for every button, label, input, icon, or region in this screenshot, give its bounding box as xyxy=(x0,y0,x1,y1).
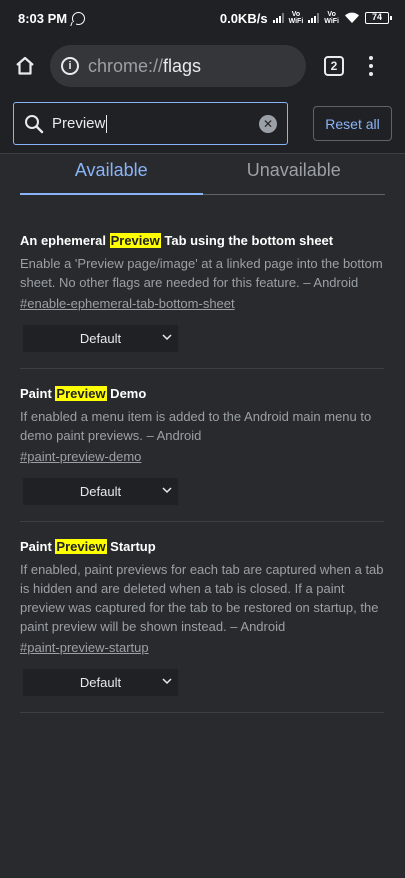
browser-toolbar: i chrome://flags 2 xyxy=(0,36,405,96)
whatsapp-icon xyxy=(72,11,86,25)
wifi-icon xyxy=(345,12,359,23)
flag-anchor-link[interactable]: #paint-preview-startup xyxy=(20,638,149,657)
flag-description: If enabled a menu item is added to the A… xyxy=(20,409,372,443)
search-highlight: Preview xyxy=(55,386,107,401)
text-caret xyxy=(106,114,108,133)
vowifi-icon-2: Vo WiFi xyxy=(324,11,339,25)
flag-state-select[interactable]: Default xyxy=(23,325,178,352)
flag-state-select[interactable]: Default xyxy=(23,669,178,696)
chevron-down-icon xyxy=(162,334,172,341)
flag-state-select[interactable]: Default xyxy=(23,478,178,505)
status-right: 0.0KB/s Vo WiFi Vo WiFi 74 xyxy=(219,10,392,26)
select-value: Default xyxy=(79,484,122,499)
chevron-down-icon xyxy=(162,487,172,494)
select-value: Default xyxy=(79,675,122,690)
network-speed: 0.0KB/s xyxy=(219,10,268,26)
search-input-value: Preview xyxy=(52,115,106,132)
search-row: Preview ✕ Reset all xyxy=(0,96,405,154)
tab-unavailable[interactable]: Unavailable xyxy=(203,155,386,194)
home-icon xyxy=(16,56,34,75)
info-icon[interactable]: i xyxy=(61,57,79,75)
search-highlight: Preview xyxy=(55,539,107,554)
flag-title-prefix: An ephemeral xyxy=(20,233,110,248)
select-value: Default xyxy=(79,331,122,346)
flag-item: An ephemeral Preview Tab using the botto… xyxy=(20,195,384,369)
flags-list: An ephemeral Preview Tab using the botto… xyxy=(20,195,384,713)
home-button[interactable] xyxy=(0,36,50,96)
flag-title-prefix: Paint xyxy=(20,386,56,401)
flag-title-suffix: Startup xyxy=(106,539,156,554)
flag-description: If enabled, paint previews for each tab … xyxy=(20,562,384,634)
vowifi-icon-1: Vo WiFi xyxy=(288,11,304,25)
reset-all-button[interactable]: Reset all xyxy=(313,106,392,141)
flag-item: Paint Preview Demo If enabled a menu ite… xyxy=(20,369,384,522)
tab-switcher-button[interactable]: 2 xyxy=(324,56,344,76)
flag-title: Paint Preview Startup xyxy=(20,538,384,556)
flag-title: Paint Preview Demo xyxy=(20,385,384,403)
search-input[interactable]: Preview ✕ xyxy=(13,102,288,145)
flag-title-suffix: Demo xyxy=(106,386,147,401)
search-highlight: Preview xyxy=(109,233,161,248)
omnibox[interactable]: i chrome://flags xyxy=(50,45,306,87)
flag-title-suffix: Tab using the bottom sheet xyxy=(160,233,334,248)
flag-anchor-link[interactable]: #paint-preview-demo xyxy=(20,447,141,466)
tab-available[interactable]: Available xyxy=(20,155,203,195)
chevron-down-icon xyxy=(162,678,172,685)
url-host: flags xyxy=(163,55,202,76)
url-scheme: chrome:// xyxy=(88,55,164,76)
battery-icon: 74 xyxy=(365,12,392,24)
flags-tabs: Available Unavailable xyxy=(20,155,385,195)
flag-item: Paint Preview Startup If enabled, paint … xyxy=(20,522,384,713)
status-bar: 8:03 PM 0.0KB/s Vo WiFi Vo WiFi 74 xyxy=(0,0,405,36)
signal-icon-1 xyxy=(272,13,284,23)
clear-search-icon[interactable]: ✕ xyxy=(259,115,277,133)
search-icon xyxy=(25,114,44,133)
flag-anchor-link[interactable]: #enable-ephemeral-tab-bottom-sheet xyxy=(20,294,235,313)
status-left: 8:03 PM xyxy=(18,10,86,26)
more-menu-icon[interactable] xyxy=(368,56,374,76)
status-time: 8:03 PM xyxy=(18,10,68,26)
flag-title: An ephemeral Preview Tab using the botto… xyxy=(20,232,384,250)
flag-description: Enable a 'Preview page/image' at a linke… xyxy=(20,256,383,290)
signal-icon-2 xyxy=(308,13,320,23)
flag-title-prefix: Paint xyxy=(20,539,56,554)
